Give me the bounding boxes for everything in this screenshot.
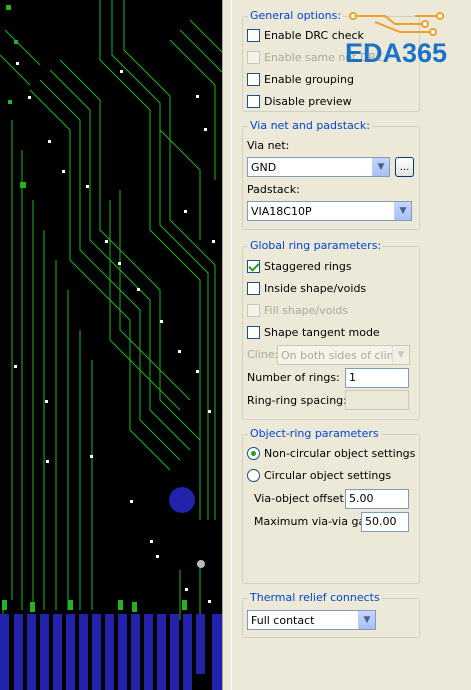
chevron-down-icon[interactable]: ▼ <box>394 202 411 220</box>
radio-icon[interactable] <box>247 468 260 482</box>
checkbox-icon <box>247 50 260 64</box>
num-rings-label: Number of rings: <box>247 371 340 384</box>
panel-splitter[interactable] <box>222 0 232 690</box>
options-panel: General options: Enable DRC check Enable… <box>232 0 471 690</box>
max-gap-input[interactable]: 50.00 <box>361 512 409 532</box>
via-net-value: GND <box>251 160 277 174</box>
staggered-rings-label: Staggered rings <box>264 259 352 273</box>
shape-tangent-label: Shape tangent mode <box>264 325 380 339</box>
staggered-rings[interactable]: Staggered rings <box>247 257 352 275</box>
object-ring-title: Object-ring parameters <box>248 427 381 440</box>
via-net-label: Via net: <box>247 139 290 152</box>
logo-text: EDA365 <box>345 38 448 68</box>
checkbox-icon[interactable] <box>247 94 260 108</box>
disable-preview-label: Disable preview <box>264 94 352 108</box>
disable-preview[interactable]: Disable preview <box>247 92 352 110</box>
chevron-down-icon[interactable]: ▼ <box>358 611 375 629</box>
via-padstack-title: Via net and padstack: <box>248 119 372 132</box>
padstack-select[interactable]: VIA18C10P ▼ <box>247 201 412 221</box>
padstack-value: VIA18C10P <box>251 204 312 218</box>
via-net-select[interactable]: GND ▼ <box>247 157 390 177</box>
circuit-trace-icon <box>349 12 444 36</box>
pcb-canvas[interactable] <box>0 0 222 690</box>
fill-shape-label: Fill shape/voids <box>264 303 349 317</box>
checkbox-icon[interactable] <box>247 325 260 339</box>
via-offset-label: Via-object offset: <box>254 492 348 505</box>
chevron-down-icon: ▼ <box>392 346 409 364</box>
cline-value: On both sides of cline <box>281 348 392 362</box>
global-ring-group: Global ring parameters: Staggered rings … <box>242 239 420 420</box>
fill-shape-voids: Fill shape/voids <box>247 301 348 319</box>
checkbox-icon[interactable] <box>247 281 260 295</box>
cline-label: Cline: <box>247 348 279 361</box>
inside-shape-voids[interactable]: Inside shape/voids <box>247 279 366 297</box>
thermal-relief-group: Thermal relief connects Full contact ▼ <box>242 591 420 638</box>
shape-tangent-mode[interactable]: Shape tangent mode <box>247 323 380 341</box>
radio-selected-icon[interactable] <box>247 446 260 460</box>
num-rings-input[interactable]: 1 <box>345 368 409 388</box>
checkbox-checked-icon[interactable] <box>247 259 260 273</box>
via-offset-input[interactable]: 5.00 <box>345 489 409 509</box>
padstack-label: Padstack: <box>247 183 300 196</box>
checkbox-icon[interactable] <box>247 28 260 42</box>
via-padstack-group: Via net and padstack: Via net: GND ▼ ...… <box>242 119 420 230</box>
cline-select: On both sides of cline ▼ <box>277 345 410 365</box>
thermal-relief-select[interactable]: Full contact ▼ <box>247 610 376 630</box>
browse-net-button[interactable]: ... <box>395 157 414 177</box>
checkbox-icon <box>247 303 260 317</box>
general-options-title: General options: <box>248 9 344 22</box>
ring-spacing-input <box>345 390 409 410</box>
circular-option[interactable]: Circular object settings <box>247 466 391 484</box>
checkbox-icon[interactable] <box>247 72 260 86</box>
circular-label: Circular object settings <box>264 468 392 482</box>
pcb-drawing <box>0 0 222 690</box>
global-ring-title: Global ring parameters: <box>248 239 384 252</box>
thermal-relief-title: Thermal relief connects <box>248 591 382 604</box>
max-gap-label: Maximum via-via gap: <box>254 515 376 528</box>
inside-shape-label: Inside shape/voids <box>264 281 367 295</box>
eda365-logo: EDA365 <box>345 10 460 72</box>
enable-grouping-label: Enable grouping <box>264 72 354 86</box>
ring-spacing-label: Ring-ring spacing: <box>247 394 347 407</box>
non-circular-option[interactable]: Non-circular object settings <box>247 444 415 462</box>
chevron-down-icon[interactable]: ▼ <box>372 158 389 176</box>
enable-grouping[interactable]: Enable grouping <box>247 70 354 88</box>
object-ring-group: Object-ring parameters Non-circular obje… <box>242 427 420 584</box>
non-circular-label: Non-circular object settings <box>264 446 416 460</box>
thermal-relief-value: Full contact <box>251 613 315 627</box>
